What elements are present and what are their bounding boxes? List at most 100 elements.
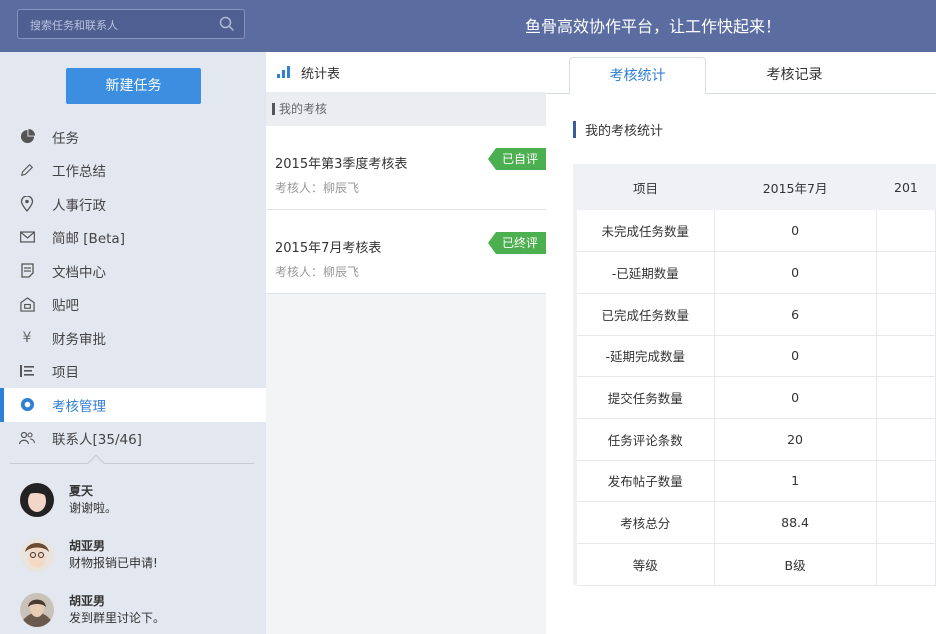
target-icon — [19, 397, 35, 413]
status-badge: 已自评 — [487, 148, 546, 170]
chat-item[interactable]: 胡亚男 财物报销已申请! — [0, 531, 266, 586]
table-row: -已延期数量 0 — [577, 251, 936, 294]
tab-assessment-stats[interactable]: 考核统计 — [569, 57, 706, 95]
stats-header-label: 统计表 — [301, 66, 341, 82]
table-cell — [876, 376, 936, 419]
table-row: 等级 B级 — [577, 543, 936, 586]
sidebar-item-label: 简邮 [Beta] — [52, 231, 125, 248]
my-assessment-section: 我的考核 — [266, 92, 546, 126]
table-row: 任务评论条数 20 — [577, 418, 936, 461]
stats-table-container: 项目 2015年7月 201 未完成任务数量 0 -已延期数量 0 已完成任务数量 6 -延… — [573, 164, 936, 586]
table-cell — [876, 293, 936, 336]
table-row: -延期完成数量 0 — [577, 335, 936, 378]
table-cell: B级 — [714, 543, 877, 586]
location-pin-icon — [19, 195, 35, 212]
table-cell: 已完成任务数量 — [577, 293, 715, 336]
chat-contact-name: 胡亚男 — [69, 594, 106, 608]
section-marker — [272, 103, 275, 115]
sidebar-nav: 任务 工作总结 人事行政 简邮 [Beta] 文档中心 贴吧 ¥ 财务审批 项目… — [0, 120, 266, 455]
table-cell — [876, 543, 936, 586]
new-task-button[interactable]: 新建任务 — [66, 68, 201, 104]
table-row: 未完成任务数量 0 — [577, 210, 936, 253]
yen-icon: ¥ — [22, 329, 32, 346]
bar-chart-icon — [277, 66, 290, 78]
chat-last-message: 财物报销已申请! — [69, 556, 158, 570]
document-icon — [19, 263, 35, 279]
table-cell: 发布帖子数量 — [577, 460, 715, 503]
divider-caret-icon — [87, 454, 105, 472]
table-cell: 未完成任务数量 — [577, 210, 715, 253]
chat-contact-name: 夏天 — [69, 484, 94, 498]
table-cell: 1 — [714, 460, 877, 503]
table-cell: 0 — [714, 210, 877, 253]
table-cell — [876, 460, 936, 503]
table-cell — [876, 335, 936, 378]
sidebar-item-tasks[interactable]: 任务 — [0, 120, 266, 154]
sidebar-item-forum[interactable]: 贴吧 — [0, 288, 266, 322]
section-label: 我的考核 — [279, 102, 328, 116]
pencil-icon — [19, 162, 35, 178]
table-cell: 考核总分 — [577, 501, 715, 544]
sidebar-item-label: 项目 — [52, 365, 79, 382]
sidebar-item-mail[interactable]: 简邮 [Beta] — [0, 221, 266, 255]
tab-bar: 考核统计 考核记录 — [546, 52, 936, 95]
table-row: 已完成任务数量 6 — [577, 293, 936, 336]
table-cell: -延期完成数量 — [577, 335, 715, 378]
sidebar-item-contacts[interactable]: 联系人[35/46] — [0, 422, 266, 456]
table-cell: 20 — [714, 418, 877, 461]
status-badge: 已终评 — [487, 232, 546, 254]
sidebar-item-finance[interactable]: ¥ 财务审批 — [0, 321, 266, 355]
sidebar-item-hr[interactable]: 人事行政 — [0, 187, 266, 221]
section-marker — [573, 121, 576, 138]
table-row: 考核总分 88.4 — [577, 501, 936, 544]
chat-item[interactable]: 胡亚男 发到群里讨论下。 — [0, 586, 266, 634]
stats-table: 项目 2015年7月 201 未完成任务数量 0 -已延期数量 0 已完成任务数量 6 -延… — [577, 164, 936, 586]
table-cell: 0 — [714, 251, 877, 294]
table-cell — [876, 501, 936, 544]
chat-last-message: 谢谢啦。 — [69, 501, 118, 515]
stats-header[interactable]: 统计表 — [266, 52, 546, 92]
table-cell: 0 — [714, 376, 877, 419]
header-slogan: 鱼骨高效协作平台，让工作快起来！ — [524, 17, 781, 36]
sidebar: 新建任务 任务 工作总结 人事行政 简邮 [Beta] 文档中心 贴吧 ¥ 财务… — [0, 52, 266, 634]
sidebar-item-projects[interactable]: 项目 — [0, 355, 266, 389]
sidebar-item-label: 贴吧 — [52, 298, 79, 315]
contacts-icon — [19, 430, 35, 446]
sidebar-item-label: 工作总结 — [52, 164, 106, 181]
table-cell: 6 — [714, 293, 877, 336]
table-row: 发布帖子数量 1 — [577, 460, 936, 503]
tab-assessment-records[interactable]: 考核记录 — [726, 57, 863, 95]
assessment-title: 2015年7月考核表 — [275, 241, 382, 256]
table-cell: 等级 — [577, 543, 715, 586]
sidebar-item-label: 考核管理 — [52, 398, 106, 415]
top-bar: 搜索任务和联系人 鱼骨高效协作平台，让工作快起来！ — [0, 0, 936, 52]
assessment-title: 2015年第3季度考核表 — [275, 157, 408, 172]
sidebar-item-label: 联系人[35/46] — [52, 432, 142, 449]
avatar — [20, 593, 54, 627]
contacts-divider — [10, 463, 254, 464]
table-cell: 提交任务数量 — [577, 376, 715, 419]
recent-chats: 夏天 谢谢啦。 胡亚男 财物报销已申请! 胡亚男 发到群里讨论下。 — [0, 476, 266, 634]
assessment-item[interactable]: 2015年7月考核表 考核人：柳辰飞 已终评 — [266, 210, 546, 294]
sidebar-item-documents[interactable]: 文档中心 — [0, 254, 266, 288]
sidebar-item-work-summary[interactable]: 工作总结 — [0, 154, 266, 188]
assessment-list-panel: 统计表 我的考核 2015年第3季度考核表 考核人：柳辰飞 已自评 2015年7… — [266, 52, 546, 634]
building-icon — [19, 296, 35, 312]
sidebar-item-assessment[interactable]: 考核管理 — [0, 388, 266, 422]
envelope-icon — [19, 229, 35, 245]
sidebar-item-label: 人事行政 — [52, 197, 106, 214]
pie-chart-icon — [19, 129, 35, 145]
sidebar-item-label: 财务审批 — [52, 331, 106, 348]
sidebar-item-label: 任务 — [52, 130, 79, 147]
chat-last-message: 发到群里讨论下。 — [69, 611, 166, 625]
assessment-item[interactable]: 2015年第3季度考核表 考核人：柳辰飞 已自评 — [266, 126, 546, 210]
table-cell: 0 — [714, 335, 877, 378]
sidebar-item-label: 文档中心 — [52, 264, 106, 281]
table-cell: 88.4 — [714, 501, 877, 544]
section-title-label: 我的考核统计 — [585, 124, 664, 139]
table-cell — [876, 210, 936, 253]
table-row: 提交任务数量 0 — [577, 376, 936, 419]
chat-item[interactable]: 夏天 谢谢啦。 — [0, 476, 266, 531]
table-header-row: 项目 2015年7月 201 — [577, 164, 936, 210]
avatar — [20, 538, 54, 572]
